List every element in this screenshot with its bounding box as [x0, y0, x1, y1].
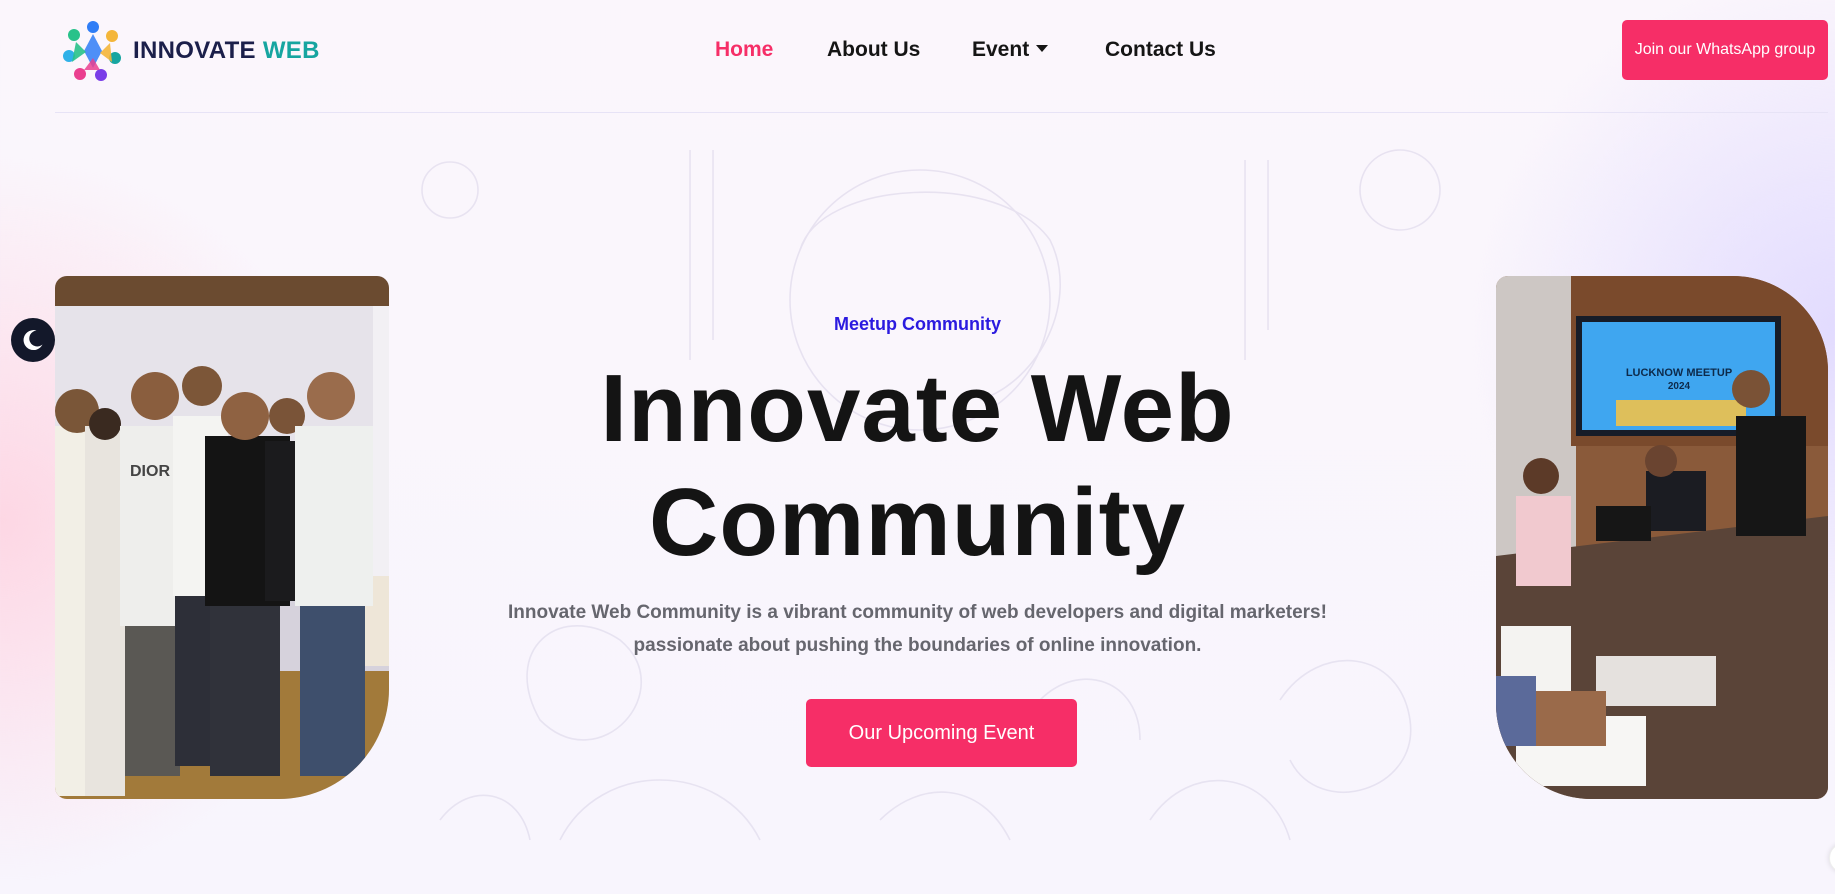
nav-contact-us[interactable]: Contact Us	[1105, 37, 1216, 63]
hero-subtitle: Innovate Web Community is a vibrant comm…	[0, 596, 1835, 662]
hero-subtitle-line2: passionate about pushing the boundaries …	[633, 635, 1202, 656]
hero-title-line1: Innovate Web	[600, 355, 1235, 462]
nav-home[interactable]: Home	[715, 37, 773, 63]
join-whatsapp-button[interactable]: Join our WhatsApp group	[1622, 20, 1828, 80]
hero-subtitle-line1: Innovate Web Community is a vibrant comm…	[508, 602, 1327, 623]
caret-down-icon	[1036, 44, 1049, 52]
hero-title-line2: Community	[649, 469, 1186, 576]
header-divider	[55, 112, 1828, 113]
hero-title: Innovate Web Community	[0, 352, 1835, 580]
upcoming-event-button[interactable]: Our Upcoming Event	[806, 699, 1077, 767]
main-nav: Home About Us Event Contact Us	[0, 37, 1835, 63]
nav-event-label: Event	[972, 38, 1030, 61]
hero-eyebrow: Meetup Community	[833, 314, 1001, 334]
nav-event[interactable]: Event	[972, 37, 1049, 63]
nav-about-us[interactable]: About Us	[827, 37, 920, 63]
site-header: INNOVATE WEB Home About Us Event Contact…	[0, 0, 1835, 114]
